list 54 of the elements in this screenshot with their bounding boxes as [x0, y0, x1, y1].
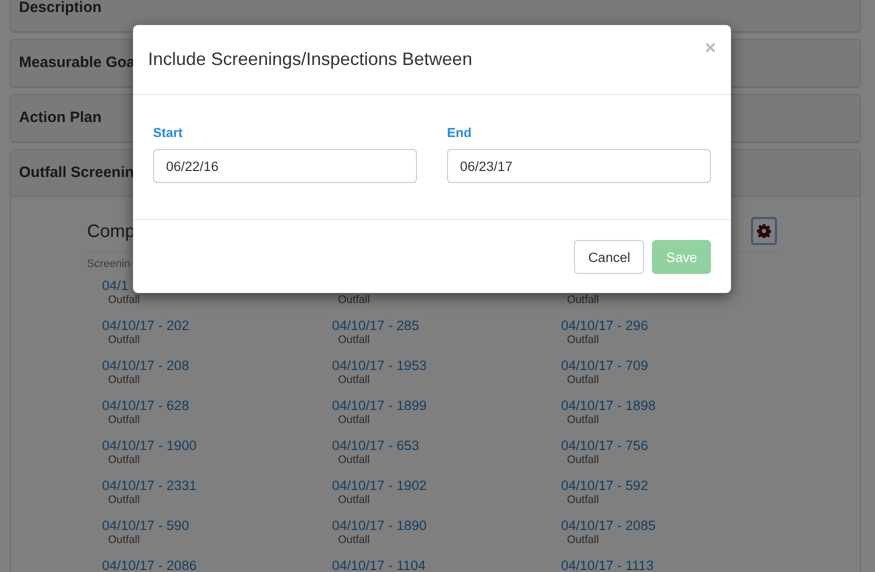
- screening-link[interactable]: 04/10/17 - 709: [561, 358, 648, 374]
- item-type: Outfall: [108, 414, 140, 426]
- screening-link[interactable]: 04/10/17 - 628: [102, 398, 190, 414]
- screening-link[interactable]: 04/1: [102, 278, 128, 294]
- item-type: Outfall: [108, 454, 140, 466]
- item-type: Outfall: [108, 334, 140, 346]
- item-type: Outfall: [338, 334, 370, 346]
- item-type: Outfall: [108, 534, 140, 546]
- screening-link[interactable]: 04/10/17 - 1113: [561, 558, 654, 572]
- item-type: Outfall: [567, 374, 599, 386]
- item-type: Outfall: [338, 414, 370, 426]
- item-type: Outfall: [108, 294, 140, 306]
- screening-link[interactable]: 04/10/17 - 1890: [332, 518, 427, 534]
- item-type: Outfall: [567, 454, 599, 466]
- item-type: Outfall: [338, 294, 370, 306]
- screening-link[interactable]: 04/10/17 - 1902: [332, 478, 427, 494]
- item-type: Outfall: [108, 494, 140, 506]
- item-type: Outfall: [567, 334, 599, 346]
- settings-button[interactable]: [751, 217, 777, 245]
- screening-link[interactable]: 04/10/17 - 2331: [102, 478, 197, 494]
- screening-link[interactable]: 04/10/17 - 1898: [561, 398, 656, 414]
- item-type: Outfall: [338, 494, 370, 506]
- section-subheading: Screenin: [87, 258, 130, 270]
- item-type: Outfall: [567, 294, 599, 306]
- screening-link[interactable]: 04/10/17 - 592: [561, 478, 648, 494]
- item-type: Outfall: [338, 374, 370, 386]
- screening-link[interactable]: 04/10/17 - 296: [561, 318, 648, 334]
- close-button[interactable]: ×: [704, 38, 716, 60]
- dialog-title: Include Screenings/Inspections Between: [148, 49, 472, 70]
- screening-link[interactable]: 04/10/17 - 1953: [332, 358, 427, 374]
- date-field[interactable]: 06/22/16: [153, 149, 417, 183]
- item-type: Outfall: [567, 414, 599, 426]
- gear-icon: [757, 224, 771, 238]
- screening-link[interactable]: 04/10/17 - 1900: [102, 438, 197, 454]
- screening-link[interactable]: 04/10/17 - 285: [332, 318, 420, 334]
- screening-link[interactable]: 04/10/17 - 590: [102, 518, 190, 534]
- section-heading: Comp: [87, 220, 136, 242]
- screening-link[interactable]: 04/10/17 - 208: [102, 358, 190, 374]
- screening-link[interactable]: 04/10/17 - 2086: [102, 558, 197, 572]
- item-type: Outfall: [567, 534, 599, 546]
- screening-link[interactable]: 04/10/17 - 756: [561, 438, 648, 454]
- field-label: End: [447, 125, 472, 140]
- item-type: Outfall: [338, 534, 370, 546]
- screening-link[interactable]: 04/10/17 - 1104: [332, 558, 426, 572]
- item-type: Outfall: [108, 374, 140, 386]
- screening-link[interactable]: 04/10/17 - 2085: [561, 518, 656, 534]
- field-label: Start: [153, 125, 183, 140]
- screening-link[interactable]: 04/10/17 - 1899: [332, 398, 427, 414]
- screening-link[interactable]: 04/10/17 - 653: [332, 438, 420, 454]
- screening-link[interactable]: 04/10/17 - 202: [102, 318, 190, 334]
- item-type: Outfall: [338, 454, 370, 466]
- item-type: Outfall: [567, 494, 599, 506]
- date-field[interactable]: 06/23/17: [447, 149, 711, 183]
- cancel-button[interactable]: Cancel: [574, 240, 644, 274]
